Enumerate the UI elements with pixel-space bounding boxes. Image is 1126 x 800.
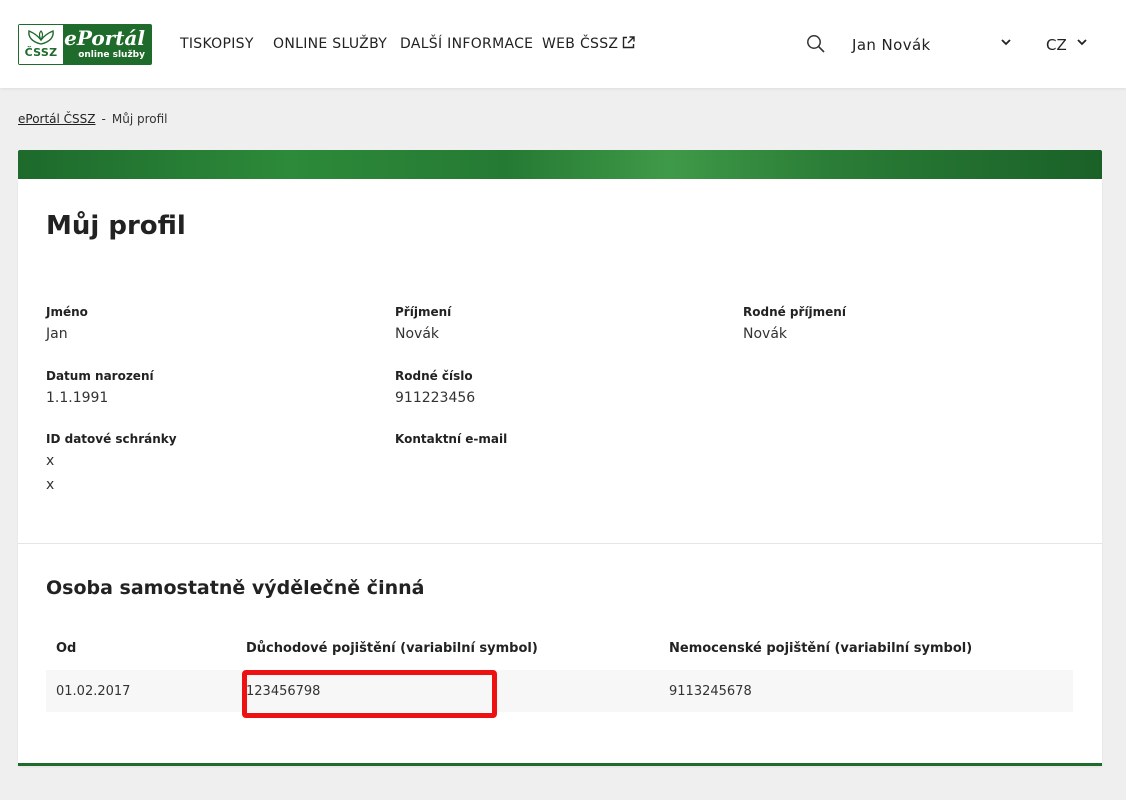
chevron-down-icon[interactable]	[1076, 37, 1088, 47]
chevron-down-icon[interactable]	[1000, 37, 1012, 47]
birth-surname-value: Novák	[743, 326, 788, 342]
highlight-box	[242, 670, 497, 718]
logo-title: ePortál	[64, 26, 145, 50]
data-box-label: ID datové schránky	[46, 432, 177, 446]
page-title: Můj profil	[46, 211, 186, 241]
birth-date-value: 1.1.1991	[46, 390, 109, 406]
first-name-label: Jméno	[46, 305, 88, 319]
eportal-logo[interactable]: ČSSZ ePortál online služby	[18, 24, 152, 65]
birth-surname-label: Rodné příjmení	[743, 305, 846, 319]
birth-date-label: Datum narození	[46, 369, 154, 383]
search-icon[interactable]	[806, 34, 826, 54]
birth-number-value: 911223456	[395, 390, 476, 406]
last-name-label: Příjmení	[395, 305, 452, 319]
logo-cssz-text: ČSSZ	[24, 46, 58, 59]
profile-banner	[18, 150, 1102, 179]
breadcrumb-separator: -	[101, 112, 106, 126]
osvc-section-title: Osoba samostatně výdělečně činná	[46, 577, 425, 599]
birth-number-label: Rodné číslo	[395, 369, 473, 383]
breadcrumb: ePortál ČSSZ - Můj profil	[18, 112, 168, 126]
breadcrumb-current: Můj profil	[111, 112, 168, 126]
breadcrumb-home-link[interactable]: ePortál ČSSZ	[18, 112, 96, 126]
first-name-value: Jan	[46, 326, 68, 342]
cssz-emblem: ČSSZ	[19, 25, 63, 64]
section-divider	[18, 543, 1102, 544]
language-select[interactable]: CZ	[1046, 36, 1067, 54]
data-box-value-2: x	[46, 477, 55, 493]
external-link-icon	[623, 36, 635, 49]
last-name-value: Novák	[395, 326, 440, 342]
contact-email-label: Kontaktní e-mail	[395, 432, 508, 446]
data-box-value: x	[46, 453, 55, 469]
top-header: ČSSZ ePortál online služby TISKOPISY ONL…	[0, 0, 1126, 88]
table-cell-sickness-vs: 9113245678	[669, 684, 752, 699]
logo-subtitle: online služby	[78, 50, 145, 60]
nav-item-web-cssz-label: WEB ČSSZ	[542, 36, 619, 52]
table-header-sickness: Nemocenské pojištění (variabilní symbol)	[669, 641, 973, 656]
table-row	[46, 670, 1073, 712]
table-header-od: Od	[56, 641, 77, 656]
table-cell-od: 01.02.2017	[56, 684, 131, 699]
user-menu-name[interactable]: Jan Novák	[852, 36, 931, 54]
leaf-emblem-icon	[28, 30, 54, 45]
logo-title-box: ePortál online služby	[63, 25, 151, 64]
profile-card: Můj profil Jméno Jan Příjmení Novák Rodn…	[18, 179, 1102, 766]
nav-item-online-sluzby[interactable]: ONLINE SLUŽBY	[273, 36, 387, 52]
nav-item-web-cssz[interactable]: WEB ČSSZ	[542, 36, 635, 52]
table-header-pension: Důchodové pojištění (variabilní symbol)	[246, 641, 538, 656]
nav-item-tiskopisy[interactable]: TISKOPISY	[180, 36, 254, 52]
nav-item-dalsi-informace[interactable]: DALŠÍ INFORMACE	[400, 36, 533, 52]
